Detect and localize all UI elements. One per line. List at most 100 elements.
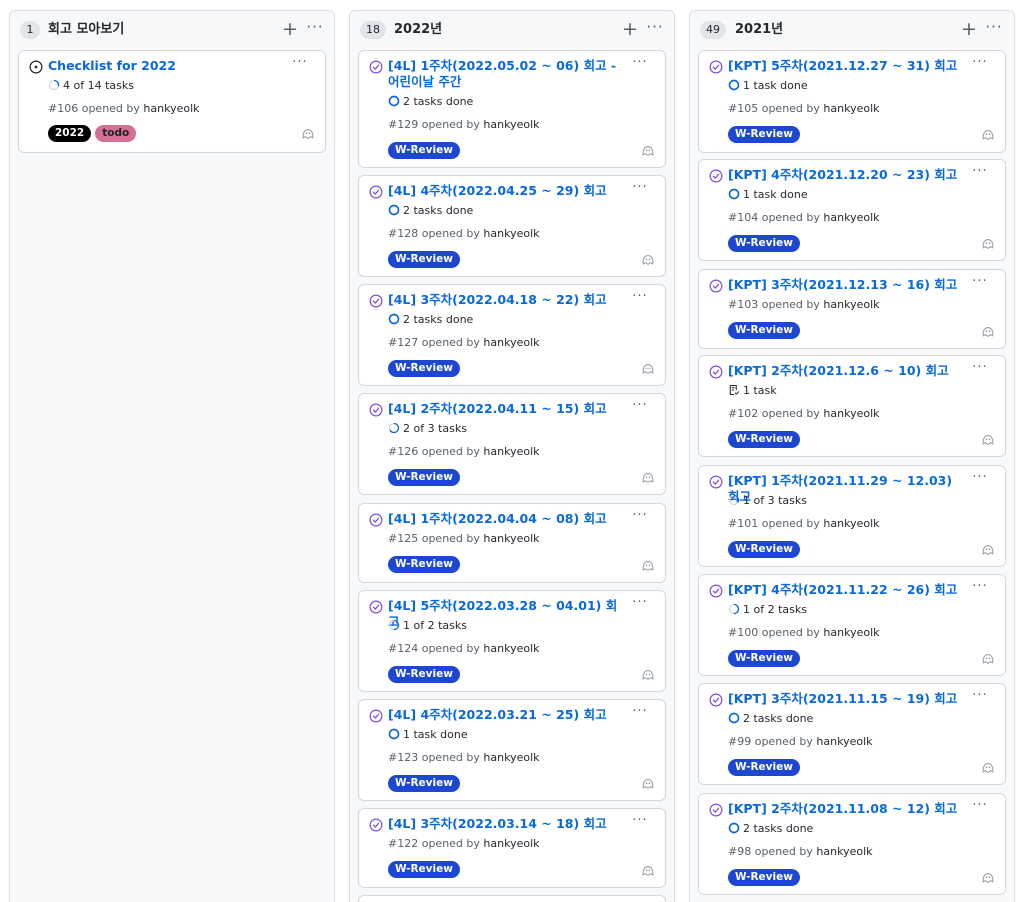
label-2022[interactable]: 2022: [48, 125, 92, 142]
label-w-review[interactable]: W-Review: [728, 869, 800, 886]
issue-title-link[interactable]: [KPT] 3주차(2021.12.13 ~ 16) 회고: [728, 277, 964, 293]
issue-card[interactable]: Checklist for 2022 ··· 4 of 14 tasks #106 o…: [18, 50, 326, 153]
issue-title-link[interactable]: [KPT] 2주차(2021.11.08 ~ 12) 회고: [728, 801, 964, 817]
card-menu-button[interactable]: ···: [629, 290, 651, 306]
label-w-review[interactable]: W-Review: [728, 322, 800, 339]
label-w-review[interactable]: W-Review: [388, 861, 460, 878]
issue-title-link[interactable]: [KPT] 3주차(2021.11.15 ~ 19) 회고: [728, 691, 964, 707]
issue-card[interactable]: [4L] 5주차(2022.03.28 ~ 04.01) 회고 ··· 1 of 2…: [358, 590, 666, 692]
issue-author-link[interactable]: hankyeolk: [483, 118, 539, 131]
issue-closed-icon: [369, 185, 383, 199]
label-w-review[interactable]: W-Review: [388, 360, 460, 377]
task-progress-text: 2 tasks done: [403, 204, 474, 217]
issue-card[interactable]: [KPT] 3주차(2021.12.13 ~ 16) 회고 ··· #103 ope…: [698, 269, 1006, 349]
issue-author-link[interactable]: hankyeolk: [823, 102, 879, 115]
column-menu-button[interactable]: ···: [644, 16, 666, 38]
issue-author-link[interactable]: hankyeolk: [143, 102, 199, 115]
card-menu-button[interactable]: ···: [629, 56, 651, 72]
issue-title-link[interactable]: [4L] 1주차(2022.05.02 ~ 06) 회고 - 어린이날 주간: [388, 58, 624, 90]
label-w-review[interactable]: W-Review: [728, 431, 800, 448]
issue-author-link[interactable]: hankyeolk: [483, 227, 539, 240]
card-menu-button[interactable]: ···: [969, 580, 991, 596]
issue-card-partial[interactable]: [358, 895, 666, 902]
label-w-review[interactable]: W-Review: [388, 666, 460, 683]
issue-title-link[interactable]: [KPT] 4주차(2021.12.20 ~ 23) 회고: [728, 167, 964, 183]
issue-card[interactable]: [KPT] 4주차(2021.12.20 ~ 23) 회고 ··· 1 task d…: [698, 159, 1006, 261]
column-title: 2022년: [394, 22, 443, 37]
issue-author-link[interactable]: hankyeolk: [483, 837, 539, 850]
label-w-review[interactable]: W-Review: [728, 541, 800, 558]
issue-card[interactable]: [4L] 4주차(2022.04.25 ~ 29) 회고 ··· 2 tasks d…: [358, 175, 666, 277]
issue-card[interactable]: [KPT] 5주차(2021.12.27 ~ 31) 회고 ··· 1 task d…: [698, 50, 1006, 153]
issue-title-link[interactable]: [4L] 1주차(2022.04.04 ~ 08) 회고: [388, 511, 624, 527]
issue-card[interactable]: [4L] 4주차(2022.03.21 ~ 25) 회고 ··· 1 task do…: [358, 699, 666, 801]
issue-card[interactable]: [4L] 3주차(2022.03.14 ~ 18) 회고 ··· #122 open…: [358, 808, 666, 888]
label-w-review[interactable]: W-Review: [728, 759, 800, 776]
issue-title-link[interactable]: [4L] 4주차(2022.03.21 ~ 25) 회고: [388, 707, 624, 723]
label-w-review[interactable]: W-Review: [388, 556, 460, 573]
label-todo[interactable]: todo: [95, 125, 137, 142]
card-menu-button[interactable]: ···: [629, 509, 651, 525]
card-menu-button[interactable]: ···: [629, 399, 651, 415]
issue-card[interactable]: [KPT] 4주차(2021.11.22 ~ 26) 회고 ··· 1 of 2 t…: [698, 574, 1006, 676]
issue-author-link[interactable]: hankyeolk: [816, 735, 872, 748]
add-card-button[interactable]: +: [960, 18, 978, 40]
issue-title-link[interactable]: Checklist for 2022: [48, 58, 284, 74]
issue-author-link[interactable]: hankyeolk: [823, 626, 879, 639]
issue-author-link[interactable]: hankyeolk: [483, 445, 539, 458]
card-menu-button[interactable]: ···: [969, 56, 991, 72]
issue-author-link[interactable]: hankyeolk: [823, 298, 879, 311]
issue-card[interactable]: [KPT] 1주차(2021.11.29 ~ 12.03) 회고 ··· 1 of …: [698, 465, 1006, 567]
issue-card[interactable]: [4L] 2주차(2022.04.11 ~ 15) 회고 ··· 2 of 3 ta…: [358, 393, 666, 495]
card-menu-button[interactable]: ···: [969, 361, 991, 377]
label-w-review[interactable]: W-Review: [388, 469, 460, 486]
card-menu-button[interactable]: ···: [629, 705, 651, 721]
card-menu-button[interactable]: ···: [969, 689, 991, 705]
column-menu-button[interactable]: ···: [304, 16, 326, 38]
issue-card[interactable]: [4L] 1주차(2022.04.04 ~ 08) 회고 ··· #125 open…: [358, 503, 666, 583]
label-list: W-Review: [728, 231, 804, 252]
add-card-button[interactable]: +: [621, 18, 639, 40]
issue-title-link[interactable]: [4L] 3주차(2022.04.18 ~ 22) 회고: [388, 292, 624, 308]
issue-title-link[interactable]: [4L] 2주차(2022.04.11 ~ 15) 회고: [388, 401, 624, 417]
issue-author-link[interactable]: hankyeolk: [483, 642, 539, 655]
task-progress-text: 2 tasks done: [743, 822, 814, 835]
issue-card[interactable]: [KPT] 3주차(2021.11.15 ~ 19) 회고 ··· 2 tasks …: [698, 683, 1006, 785]
issue-title-link[interactable]: [4L] 4주차(2022.04.25 ~ 29) 회고: [388, 183, 624, 199]
progress-ring-icon: [728, 603, 740, 615]
label-w-review[interactable]: W-Review: [388, 775, 460, 792]
add-card-button[interactable]: +: [281, 18, 299, 40]
card-menu-button[interactable]: ···: [629, 596, 651, 612]
label-w-review[interactable]: W-Review: [728, 650, 800, 667]
label-w-review[interactable]: W-Review: [388, 251, 460, 268]
issue-author-link[interactable]: hankyeolk: [483, 336, 539, 349]
label-w-review[interactable]: W-Review: [388, 142, 460, 159]
card-menu-button[interactable]: ···: [289, 56, 311, 72]
issue-author-link[interactable]: hankyeolk: [816, 845, 872, 858]
issue-card[interactable]: [4L] 1주차(2022.05.02 ~ 06) 회고 - 어린이날 주간 ··…: [358, 50, 666, 168]
issue-title-link[interactable]: [KPT] 5주차(2021.12.27 ~ 31) 회고: [728, 58, 964, 74]
card-menu-button[interactable]: ···: [969, 471, 991, 487]
issue-author-link[interactable]: hankyeolk: [483, 751, 539, 764]
card-menu-button[interactable]: ···: [969, 165, 991, 181]
issue-card[interactable]: [KPT] 2주차(2021.12.6 ~ 10) 회고 ··· 1 task #10…: [698, 355, 1006, 457]
issue-card[interactable]: [KPT] 2주차(2021.11.08 ~ 12) 회고 ··· 2 tasks …: [698, 793, 1006, 895]
issue-author-link[interactable]: hankyeolk: [823, 517, 879, 530]
card-menu-button[interactable]: ···: [629, 181, 651, 197]
issue-title-link[interactable]: [KPT] 2주차(2021.12.6 ~ 10) 회고: [728, 363, 964, 379]
column-menu-button[interactable]: ···: [983, 16, 1005, 38]
issue-title-link[interactable]: [KPT] 4주차(2021.11.22 ~ 26) 회고: [728, 582, 964, 598]
label-w-review[interactable]: W-Review: [728, 126, 800, 143]
task-progress: 1 task done: [728, 187, 808, 203]
card-menu-button[interactable]: ···: [969, 799, 991, 815]
issue-title-link[interactable]: [4L] 3주차(2022.03.14 ~ 18) 회고: [388, 816, 624, 832]
label-w-review[interactable]: W-Review: [728, 235, 800, 252]
task-progress-text: 1 task done: [743, 188, 808, 201]
octoface-icon: [982, 435, 994, 445]
card-menu-button[interactable]: ···: [629, 814, 651, 830]
issue-author-link[interactable]: hankyeolk: [823, 407, 879, 420]
issue-author-link[interactable]: hankyeolk: [483, 532, 539, 545]
card-menu-button[interactable]: ···: [969, 275, 991, 291]
issue-author-link[interactable]: hankyeolk: [823, 211, 879, 224]
issue-card[interactable]: [4L] 3주차(2022.04.18 ~ 22) 회고 ··· 2 tasks d…: [358, 284, 666, 386]
